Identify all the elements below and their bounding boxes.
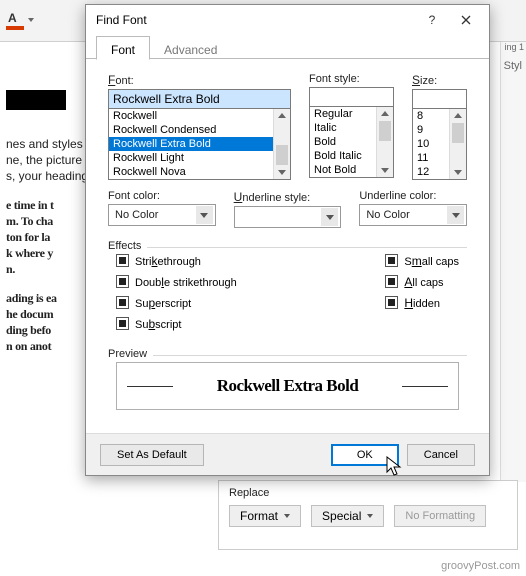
size-label: Size: bbox=[412, 73, 467, 87]
checkbox-small-caps[interactable]: Small caps bbox=[385, 252, 459, 269]
tab-strip: Font Advanced bbox=[86, 35, 489, 59]
font-input[interactable] bbox=[108, 89, 291, 109]
effects-group: Effects Strikethrough Double strikethrou… bbox=[108, 240, 467, 336]
dialog-footer: Set As Default OK Cancel bbox=[86, 433, 489, 475]
font-style-listbox[interactable]: Regular Italic Bold Bold Italic Not Bold bbox=[309, 106, 394, 178]
chevron-down-icon bbox=[196, 206, 213, 224]
dialog-title: Find Font bbox=[96, 13, 415, 27]
checkbox-double-strikethrough[interactable]: Double strikethrough bbox=[116, 273, 237, 290]
list-item[interactable]: Rockwell Condensed bbox=[109, 123, 290, 137]
close-icon bbox=[461, 15, 471, 25]
watermark: groovyPost.com bbox=[441, 560, 520, 572]
font-listbox[interactable]: Rockwell Rockwell Condensed Rockwell Ext… bbox=[108, 108, 291, 180]
chevron-down-icon bbox=[321, 208, 338, 226]
font-style-label: Font style: bbox=[309, 73, 394, 85]
scrollbar[interactable] bbox=[376, 107, 393, 177]
side-label-styl: Styl bbox=[504, 60, 522, 72]
tab-font[interactable]: Font bbox=[96, 36, 150, 60]
font-color-combo[interactable]: No Color bbox=[108, 204, 216, 226]
dialog-titlebar[interactable]: Find Font ? bbox=[86, 5, 489, 35]
side-label-ing1: ing 1 bbox=[504, 42, 524, 52]
scrollbar[interactable] bbox=[449, 109, 466, 179]
preview-text: Rockwell Extra Bold bbox=[217, 376, 359, 396]
font-color-icon: A bbox=[4, 4, 74, 38]
format-button[interactable]: Format bbox=[229, 505, 301, 527]
font-label: Font: bbox=[108, 73, 291, 87]
list-item[interactable]: Rockwell Extra Bold bbox=[109, 137, 290, 151]
replace-label: Replace bbox=[229, 487, 507, 499]
underline-color-combo[interactable]: No Color bbox=[359, 204, 467, 226]
checkbox-strikethrough[interactable]: Strikethrough bbox=[116, 252, 237, 269]
preview-line bbox=[127, 386, 173, 387]
underline-color-label: Underline color: bbox=[359, 190, 467, 202]
list-item[interactable]: Rockwell Light bbox=[109, 151, 290, 165]
scrollbar[interactable] bbox=[273, 109, 290, 179]
find-font-dialog: Find Font ? Font Advanced Font: Rockwell… bbox=[85, 4, 490, 476]
tab-advanced[interactable]: Advanced bbox=[150, 36, 231, 60]
list-item[interactable]: Rockwell Nova bbox=[109, 165, 290, 179]
size-input[interactable] bbox=[412, 89, 467, 109]
chevron-down-icon bbox=[447, 206, 464, 224]
checkbox-subscript[interactable]: Subscript bbox=[116, 315, 237, 332]
help-button[interactable]: ? bbox=[415, 6, 449, 34]
preview-group: Preview Rockwell Extra Bold bbox=[108, 348, 467, 414]
side-panel bbox=[500, 42, 526, 482]
list-item[interactable]: Rockwell bbox=[109, 109, 290, 123]
font-color-value: No Color bbox=[115, 209, 158, 221]
underline-style-label: Underline style: bbox=[234, 190, 342, 204]
checkbox-all-caps[interactable]: All caps bbox=[385, 273, 459, 290]
close-button[interactable] bbox=[449, 6, 483, 34]
underline-style-combo[interactable] bbox=[234, 206, 342, 228]
checkbox-superscript[interactable]: Superscript bbox=[116, 294, 237, 311]
no-formatting-button: No Formatting bbox=[394, 505, 486, 527]
font-style-input[interactable] bbox=[309, 87, 394, 107]
replace-panel: Replace Format Special No Formatting bbox=[218, 480, 518, 550]
svg-text:A: A bbox=[8, 11, 17, 25]
size-listbox[interactable]: 8 9 10 11 12 bbox=[412, 108, 467, 180]
checkbox-hidden[interactable]: Hidden bbox=[385, 294, 459, 311]
font-color-label: Font color: bbox=[108, 190, 216, 202]
preview-line bbox=[402, 386, 448, 387]
underline-color-value: No Color bbox=[366, 209, 409, 221]
preview-box: Rockwell Extra Bold bbox=[116, 362, 459, 410]
ok-button[interactable]: OK bbox=[331, 444, 399, 466]
set-as-default-button[interactable]: Set As Default bbox=[100, 444, 204, 466]
black-block bbox=[6, 90, 66, 110]
effects-legend: Effects bbox=[108, 240, 147, 252]
cancel-button[interactable]: Cancel bbox=[407, 444, 475, 466]
preview-legend: Preview bbox=[108, 348, 153, 360]
special-button[interactable]: Special bbox=[311, 505, 384, 527]
